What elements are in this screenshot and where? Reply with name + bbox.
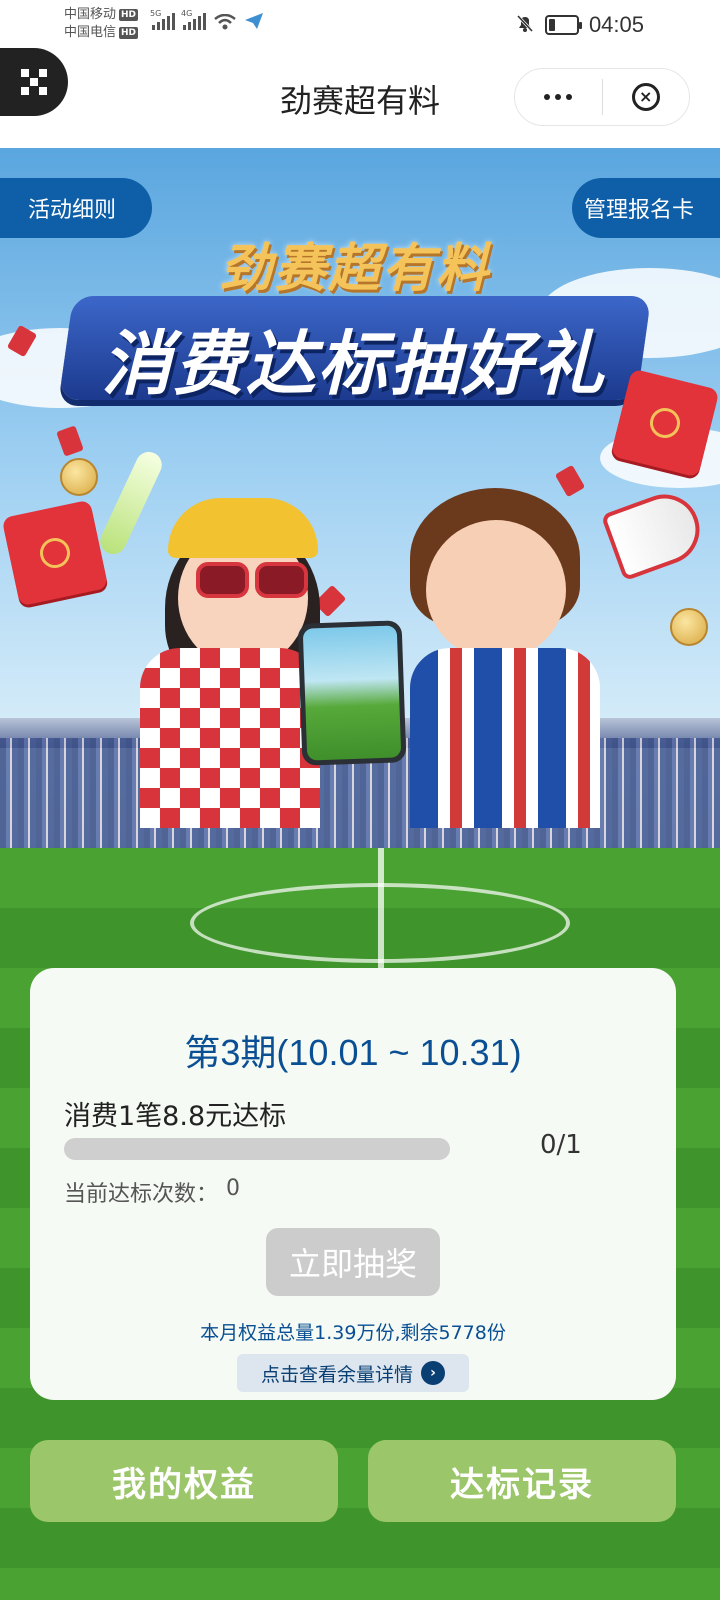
title-bar: 劲赛超有料 × xyxy=(0,48,720,148)
draw-info-card: 第3期(10.01 ~ 10.31) 消费1笔8.8元达标 0/1 当前达标次数… xyxy=(30,968,676,1400)
hd-badge: HD xyxy=(119,27,139,39)
pitch-circle xyxy=(190,883,570,963)
campaign-headline: 消费达标抽好礼 xyxy=(58,296,652,405)
character-girl-cap xyxy=(168,498,318,558)
carrier-2: 中国电信 xyxy=(64,25,117,40)
hero-banner: 活动细则 管理报名卡 劲赛超有料 消费达标抽好礼 第3期(10.01 ~ 10.… xyxy=(0,148,720,1600)
confetti xyxy=(554,464,586,498)
qualified-count: 当前达标次数： 0 xyxy=(64,1176,240,1208)
send-icon xyxy=(244,12,264,30)
campaign-logo: 劲赛超有料 xyxy=(220,239,491,299)
carrier-1: 中国移动 xyxy=(64,7,117,22)
signal-5g-icon: 5G xyxy=(150,9,175,30)
phone-illustration xyxy=(297,620,407,766)
view-quota-details-label: 点击查看余量详情 xyxy=(260,1363,413,1386)
hd-badge: HD xyxy=(119,9,139,21)
sunglasses-icon xyxy=(196,562,308,598)
signal-4g-icon: 4G xyxy=(181,9,206,30)
view-quota-details-button[interactable]: 点击查看余量详情 › xyxy=(237,1354,469,1392)
draw-now-button[interactable]: 立即抽奖 xyxy=(266,1228,440,1296)
close-button[interactable]: × xyxy=(603,69,690,125)
close-icon: × xyxy=(631,83,660,111)
megaphone-icon xyxy=(600,484,710,582)
mute-bell-icon xyxy=(515,13,535,37)
character-girl-jersey xyxy=(140,648,320,828)
qualified-count-label: 当前达标次数： xyxy=(64,1182,219,1207)
status-right: 04:05 xyxy=(515,12,644,38)
cheer-stick xyxy=(95,447,167,559)
confetti xyxy=(56,425,84,457)
coin-icon xyxy=(670,608,708,646)
coin-icon xyxy=(60,458,98,496)
signal-indicators: 5G 4G xyxy=(150,9,264,30)
progress-bar xyxy=(64,1138,450,1160)
red-envelope-icon xyxy=(1,499,109,607)
quota-text: 本月权益总量1.39万份,剩余5778份 xyxy=(200,1322,506,1344)
chevron-right-icon: › xyxy=(421,1361,445,1385)
my-benefits-button[interactable]: 我的权益 xyxy=(30,1440,338,1522)
character-boy xyxy=(426,520,566,660)
character-boy-jersey xyxy=(410,648,600,828)
manage-card-button[interactable]: 管理报名卡 xyxy=(572,178,720,238)
task-label: 消费1笔8.8元达标 xyxy=(64,1101,287,1132)
wifi-icon xyxy=(214,14,236,30)
clock: 04:05 xyxy=(588,12,644,37)
progress-count: 0/1 xyxy=(540,1130,582,1160)
capsule-menu: × xyxy=(514,68,690,126)
period-title: 第3期(10.01 ~ 10.31) xyxy=(184,1032,522,1073)
qualified-count-value: 0 xyxy=(226,1176,241,1201)
headline-text: 消费达标抽好礼 xyxy=(101,323,606,405)
qualification-records-button[interactable]: 达标记录 xyxy=(368,1440,676,1522)
status-bar: 中国移动 HD 中国电信 HD 5G 4G 04:05 xyxy=(0,0,720,48)
carrier-info: 中国移动 HD 中国电信 HD xyxy=(64,6,139,42)
more-options-button[interactable] xyxy=(515,69,602,125)
battery-icon xyxy=(544,15,582,35)
activity-rules-button[interactable]: 活动细则 xyxy=(0,178,152,238)
